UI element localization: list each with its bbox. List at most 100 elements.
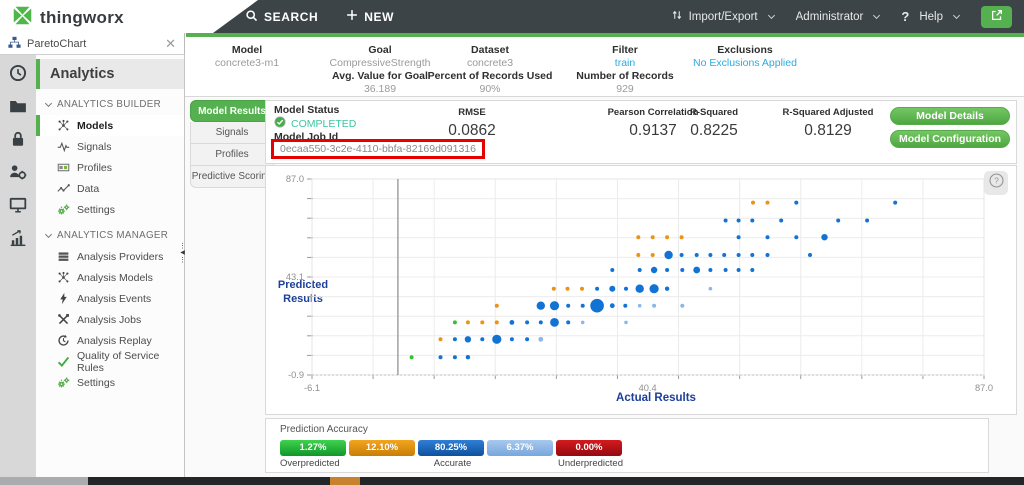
legend-bucket-3: 6.37%	[487, 440, 553, 456]
profiles-grid-icon	[57, 161, 70, 174]
sitemap-icon	[8, 36, 21, 52]
model-status-card: Model Status COMPLETED Model Job Id 0eca…	[265, 100, 1017, 164]
open-composer-button[interactable]	[981, 5, 1012, 28]
model-info-header: Model concrete3-m1 Goal CompressiveStrength…	[185, 37, 1024, 97]
series-overpredicted-1	[409, 320, 457, 360]
legend-label-4: Underpredicted	[558, 458, 623, 469]
chevron-down-icon	[44, 99, 53, 108]
folder-icon[interactable]	[9, 97, 27, 115]
legend-label-1	[349, 458, 418, 469]
chevron-down-icon	[767, 11, 775, 20]
sidebar-section-1[interactable]: ANALYTICS MANAGER	[36, 220, 184, 246]
brand-accent-strip	[186, 33, 1024, 37]
tools-icon	[57, 313, 70, 326]
legend-label-0: Overpredicted	[280, 458, 340, 469]
analytics-sidebar: Analytics ANALYTICS BUILDER Models Signals…	[36, 55, 185, 477]
sidebar-item-data[interactable]: Data	[36, 178, 184, 199]
gridlines	[307, 178, 985, 379]
model-network-icon	[57, 271, 70, 284]
gears-green-icon	[57, 376, 70, 389]
prediction-accuracy-legend: Prediction Accuracy 1.27% 12.10% 80.25% 6.3…	[265, 418, 989, 473]
tab-model-results[interactable]: Model Results	[190, 100, 274, 122]
window-bottom-edge	[0, 477, 1024, 485]
model-job-id: 0ecaa550-3c2e-4110-bbfa-82169d091316	[271, 139, 485, 159]
stacked-list-icon	[57, 250, 70, 263]
sidebar-item-analysis-events[interactable]: Analysis Events	[36, 288, 184, 309]
search-button[interactable]: SEARCH	[245, 9, 318, 25]
sidebar-item-analysis-providers[interactable]: Analysis Providers	[36, 246, 184, 267]
tab-predictive-scoring[interactable]: Predictive Scoring	[190, 166, 274, 188]
legend-bucket-1: 12.10%	[349, 440, 415, 456]
legend-bucket-2: 80.25%	[418, 440, 484, 456]
search-icon	[245, 9, 258, 25]
lightning-icon	[57, 292, 70, 305]
gears-green-icon	[57, 203, 70, 216]
close-icon[interactable]: ✕	[165, 36, 176, 52]
mashup-tabstrip[interactable]: ParetoChart ✕	[0, 33, 185, 55]
lock-icon[interactable]	[9, 130, 27, 148]
sidebar-item-settings[interactable]: Settings	[36, 372, 184, 393]
replay-clock-icon	[57, 334, 70, 347]
sidebar-section-0[interactable]: ANALYTICS BUILDER	[36, 89, 184, 115]
brand-name: thingworx	[40, 8, 124, 27]
left-icon-rail	[0, 55, 36, 477]
svg-text:40.4: 40.4	[639, 383, 657, 392]
legend-bucket-4: 0.00%	[556, 440, 622, 456]
chevron-down-icon	[873, 11, 881, 20]
model-configuration-button[interactable]: Model Configuration	[890, 130, 1010, 148]
plus-icon	[346, 9, 358, 24]
sidebar-item-models[interactable]: Models	[36, 115, 184, 136]
result-tabs: Model Results Signals Profiles Predictive S…	[190, 100, 274, 188]
thingworx-logo[interactable]: thingworx	[12, 5, 124, 31]
metric-rmse: RMSE 0.0862	[448, 107, 496, 139]
tick-labels: 87.0 43.1 -0.9-6.1 40.4 87.0	[286, 174, 993, 392]
monitor-icon[interactable]	[9, 196, 27, 214]
users-gear-icon[interactable]	[9, 163, 27, 181]
series-overpredicted-12	[438, 200, 770, 342]
clock-icon[interactable]	[9, 64, 27, 82]
help-menu[interactable]: ? Help	[901, 9, 961, 24]
main-content: Model concrete3-m1 Goal CompressiveStrength…	[185, 37, 1024, 477]
mashup-tab-title: ParetoChart	[27, 37, 87, 50]
svg-text:-6.1: -6.1	[304, 383, 320, 392]
import-export-icon	[671, 9, 683, 24]
external-link-icon	[990, 8, 1004, 25]
legend-bucket-0: 1.27%	[280, 440, 346, 456]
results-chart-card: ? Predicted Results 87.0 43.1 -0.9 -6.1 40.4…	[265, 165, 1017, 415]
question-icon: ?	[901, 9, 910, 24]
sidebar-collapse-handle[interactable]: ⋮ ◀ ⋮	[178, 243, 187, 264]
x-axis-label: Actual Results	[616, 392, 696, 404]
sidebar-title: Analytics	[36, 59, 184, 89]
sidebar-item-analysis-jobs[interactable]: Analysis Jobs	[36, 309, 184, 330]
series-underpredicted-6	[538, 286, 713, 342]
metric-r-squared: R-Squared 0.8225	[689, 107, 739, 139]
model-network-icon	[57, 119, 70, 132]
tab-signals[interactable]: Signals	[190, 122, 274, 144]
sidebar-item-analysis-models[interactable]: Analysis Models	[36, 267, 184, 288]
user-menu[interactable]: Administrator	[796, 11, 881, 23]
sidebar-item-settings[interactable]: Settings	[36, 199, 184, 220]
sidebar-item-analysis-replay[interactable]: Analysis Replay	[36, 330, 184, 351]
top-navbar-dark: SEARCH NEW Import/Export Administrator ?…	[213, 0, 1024, 33]
info-column-goal: Goal CompressiveStrength Avg. Value for Go…	[329, 44, 431, 95]
sidebar-item-signals[interactable]: Signals	[36, 136, 184, 157]
bar-chart-icon[interactable]	[9, 229, 27, 247]
chevron-down-icon	[952, 11, 961, 20]
new-button[interactable]: NEW	[346, 9, 394, 24]
tab-profiles[interactable]: Profiles	[190, 144, 274, 166]
top-navbar: thingworx SEARCH NEW Import/Export Admin…	[0, 0, 1024, 33]
svg-text:87.0: 87.0	[975, 383, 993, 392]
legend-label-2: Accurate	[433, 458, 472, 469]
scatter-plot: 87.0 43.1 -0.9-6.1 40.4 87.0	[286, 174, 993, 392]
model-details-button[interactable]: Model Details	[890, 107, 1010, 125]
thingworx-logo-icon	[12, 5, 33, 31]
sidebar-item-profiles[interactable]: Profiles	[36, 157, 184, 178]
legend-title: Prediction Accuracy	[280, 424, 368, 435]
metric-pearson-correlation: Pearson Correlation 0.9137	[607, 107, 699, 139]
metric-r-squared-adjusted: R-Squared Adjusted 0.8129	[782, 107, 874, 139]
info-column-model: Model concrete3-m1	[214, 44, 280, 69]
import-export-menu[interactable]: Import/Export	[671, 9, 775, 24]
info-column-exclusions: Exclusions No Exclusions Applied	[693, 44, 797, 69]
info-column-filter: Filter train Number of Records 929	[576, 44, 674, 95]
sidebar-item-quality-of-service-rules[interactable]: Quality of Service Rules	[36, 350, 184, 374]
